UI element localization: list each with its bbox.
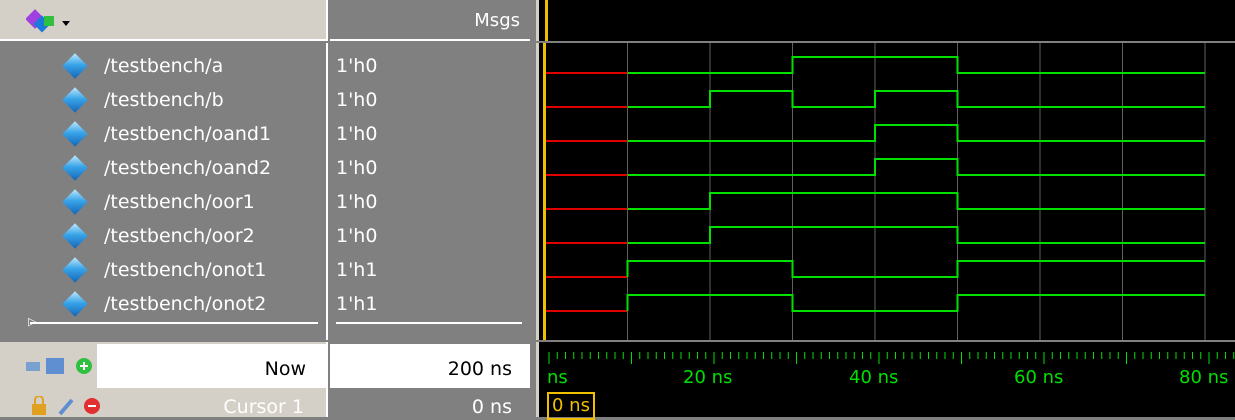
ruler-label: 20 ns [683,367,733,388]
waveform-oand2[interactable] [627,158,1206,176]
value-divider [336,322,522,324]
cursor-label: Cursor 1 [223,396,304,418]
signal-diamond-icon [62,121,88,147]
signal-value: 1'h0 [336,123,378,145]
signal-name: /testbench/oor2 [104,225,255,247]
waveform-onot1[interactable] [626,260,1206,278]
signal-row[interactable]: /testbench/onot2 [0,287,326,321]
status-labels: Now Cursor 1 [0,342,328,418]
signal-row[interactable]: /testbench/oor1 [0,185,326,219]
signal-row[interactable]: /testbench/a [0,49,326,83]
ruler-label: 60 ns [1014,367,1064,388]
signal-value: 1'h0 [336,89,378,111]
waveform-oand1[interactable] [627,124,1206,142]
cursor-value: 0 ns [471,396,512,418]
signal-diamond-icon [62,53,88,79]
wave-header [536,0,1235,41]
signal-name: /testbench/onot1 [104,259,267,281]
signal-diamond-icon [62,257,88,283]
signal-name: /testbench/a [104,55,224,77]
cursor-icons[interactable] [30,395,100,416]
signal-name: /testbench/onot2 [104,293,267,315]
tree-divider [30,322,318,324]
signals-pane-header [0,0,328,41]
wave-menu-icon[interactable] [25,8,70,34]
signal-value: 1'h0 [336,225,378,247]
signal-row[interactable]: /testbench/oand2 [0,151,326,185]
value-list: 1'h0 1'h0 1'h0 1'h0 1'h0 1'h0 1'h1 1'h1 [330,43,530,340]
signal-row[interactable]: /testbench/onot1 [0,253,326,287]
ruler-label: 80 ns [1179,367,1229,388]
waveform-oor1[interactable] [627,192,1206,210]
signal-diamond-icon [62,223,88,249]
waveform-b[interactable] [627,90,1206,108]
msgs-label: Msgs [474,10,520,31]
signal-row[interactable]: /testbench/oand1 [0,117,326,151]
signal-value: 1'h0 [336,191,378,213]
time-ruler[interactable]: ns 20 ns 40 ns 60 ns 80 ns 0 ns [536,342,1235,420]
signal-diamond-icon [62,291,88,317]
cursor-marker-label: 0 ns [552,395,590,416]
signal-diamond-icon [62,189,88,215]
ruler-label: ns [547,367,568,388]
signal-name: /testbench/oand2 [104,157,272,179]
waveform-onot2[interactable] [626,294,1206,312]
signal-value: 1'h0 [336,55,378,77]
status-values: 200 ns 0 ns [330,342,530,418]
cursor-line[interactable] [543,43,546,340]
signal-name: /testbench/oor1 [104,191,255,213]
now-value: 200 ns [447,358,512,380]
signal-value: 1'h0 [336,157,378,179]
signal-row[interactable]: /testbench/oor2 [0,219,326,253]
now-field: Now [97,344,328,388]
now-label: Now [264,358,306,380]
waveform-area[interactable] [536,43,1235,340]
now-icons[interactable] [26,356,96,376]
signal-value: 1'h1 [336,293,378,315]
ruler-label: 40 ns [849,367,899,388]
msgs-column-header: Msgs [330,0,530,41]
now-value-field: 200 ns [330,344,530,388]
signal-list: /testbench/a /testbench/b /testbench/oan… [0,43,328,340]
signal-name: /testbench/b [104,89,224,111]
cursor-marker[interactable]: 0 ns [547,392,595,420]
cursor-line-top[interactable] [545,0,548,41]
waveform-canvas[interactable] [539,43,1235,340]
signal-diamond-icon [62,155,88,181]
waveform-oor2[interactable] [627,226,1206,244]
signal-name: /testbench/oand1 [104,123,272,145]
signal-row[interactable]: /testbench/b [0,83,326,117]
signal-diamond-icon [62,87,88,113]
signal-value: 1'h1 [336,259,378,281]
waveform-a[interactable] [627,56,1206,74]
